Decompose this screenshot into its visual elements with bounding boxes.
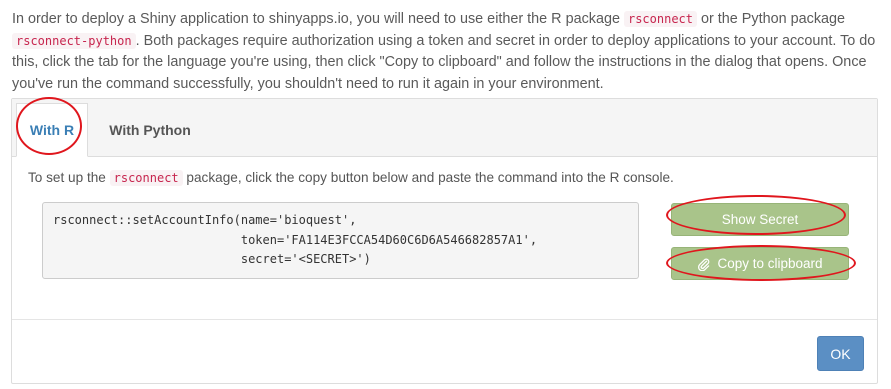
tab-with-python[interactable]: With Python: [90, 103, 210, 156]
paperclip-icon: [697, 257, 710, 271]
show-secret-button[interactable]: Show Secret: [671, 203, 849, 236]
desc-part2: package, click the copy button below and…: [182, 170, 674, 185]
ok-label: OK: [830, 345, 851, 362]
command-code-block[interactable]: rsconnect::setAccountInfo(name='bioquest…: [42, 202, 639, 279]
intro-part1: In order to deploy a Shiny application t…: [12, 11, 624, 27]
footer-divider: [12, 319, 877, 320]
token-dialog: With R With Python To set up the rsconne…: [11, 98, 878, 384]
panel-description: To set up the rsconnect package, click t…: [28, 170, 674, 186]
pkg-rsconnect-python-code: rsconnect-python: [12, 32, 136, 49]
tab-with-r[interactable]: With R: [16, 103, 88, 157]
show-secret-label: Show Secret: [721, 212, 799, 227]
copy-to-clipboard-label: Copy to clipboard: [717, 256, 823, 271]
intro-part3: . Both packages require authorization us…: [12, 32, 876, 92]
tab-bar: With R With Python: [12, 99, 877, 157]
intro-part2: or the Python package: [697, 11, 846, 27]
ok-button[interactable]: OK: [817, 336, 864, 371]
intro-text: In order to deploy a Shiny application t…: [12, 9, 882, 95]
desc-pkg-code: rsconnect: [109, 170, 183, 186]
desc-part1: To set up the: [28, 170, 110, 185]
pkg-rsconnect-code: rsconnect: [623, 11, 698, 27]
copy-to-clipboard-button[interactable]: Copy to clipboard: [671, 247, 849, 280]
